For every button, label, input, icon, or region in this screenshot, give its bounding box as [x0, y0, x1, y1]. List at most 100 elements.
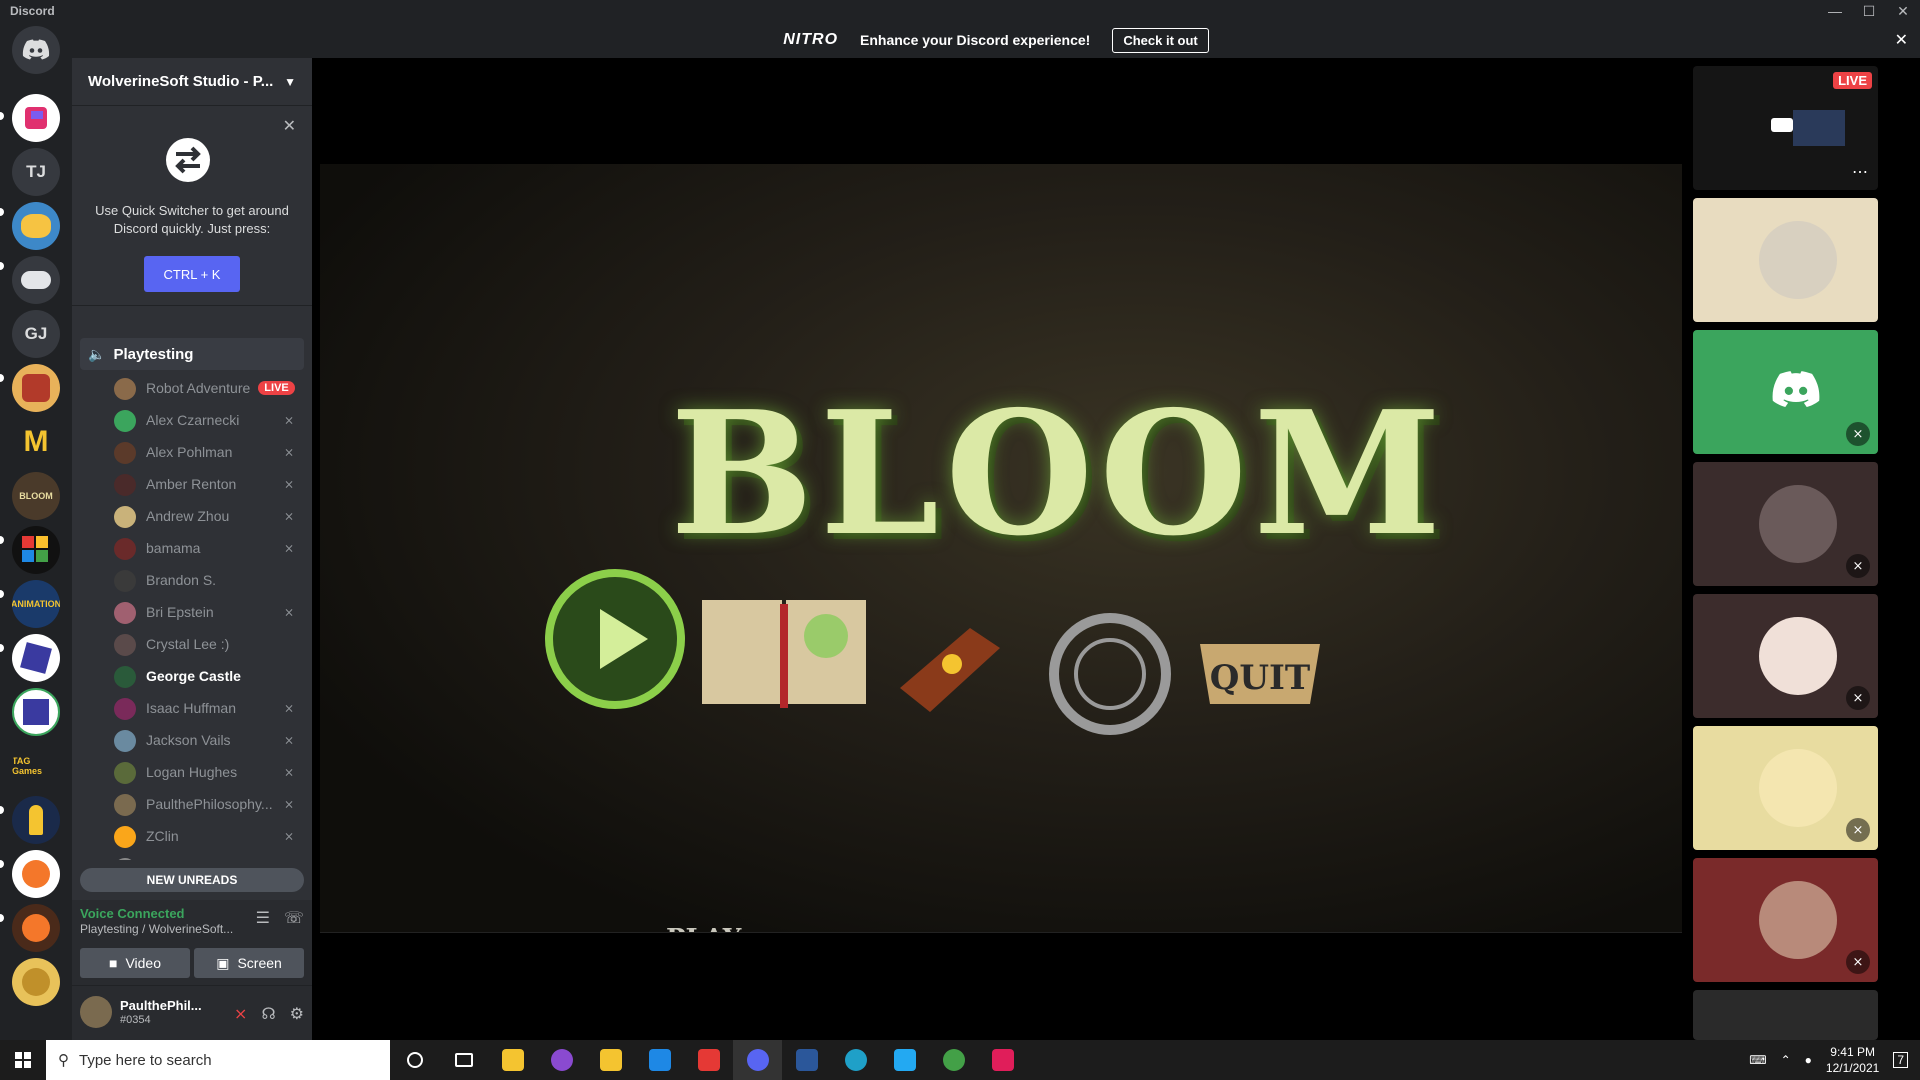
muted-mic-icon: ⨯ — [284, 605, 295, 619]
server-icon-9[interactable] — [12, 526, 60, 574]
chevron-up-icon[interactable]: ⌃ — [1781, 1053, 1791, 1067]
settings-gear-icon[interactable] — [1040, 604, 1180, 744]
stream-view[interactable]: BLOOM PLAY QUIT — [312, 58, 1688, 1040]
file-explorer-icon[interactable] — [586, 1040, 635, 1080]
task-view-icon[interactable] — [439, 1040, 488, 1080]
play-icon[interactable] — [540, 564, 690, 714]
microphone-icon[interactable]: ● — [1805, 1053, 1812, 1067]
server-icon-13[interactable]: TAG Games — [12, 742, 60, 790]
voice-member[interactable]: Logan Hughes ⨯ — [72, 756, 312, 788]
open-book-icon[interactable] — [698, 596, 870, 708]
voice-member[interactable]: Brandon S. — [72, 564, 312, 596]
participant-tile[interactable] — [1693, 990, 1878, 1040]
participant-tile[interactable]: ⨯ — [1693, 858, 1878, 982]
avatar — [114, 762, 136, 784]
headphones-icon[interactable]: ☊ — [261, 1004, 275, 1024]
tag-games-icon: TAG Games — [12, 756, 43, 776]
more-options-icon[interactable]: ⋯ — [1852, 162, 1868, 182]
muted-mic-icon: ⨯ — [284, 477, 295, 491]
server-icon-3[interactable] — [12, 202, 60, 250]
taskbar-search[interactable]: ⚲ Type here to search — [46, 1040, 390, 1080]
voice-member[interactable]: Crystal Lee :) — [72, 628, 312, 660]
server-icon-15[interactable] — [12, 850, 60, 898]
server-icon-2[interactable]: TJ — [12, 148, 60, 196]
home-button[interactable] — [12, 26, 60, 74]
start-button[interactable] — [0, 1040, 46, 1080]
voice-member[interactable]: Zhengwen Zhang⨯ — [72, 852, 312, 860]
mail-icon[interactable] — [635, 1040, 684, 1080]
muted-mic-icon: ⨯ — [1846, 818, 1870, 842]
check-it-out-button[interactable]: Check it out — [1112, 27, 1209, 53]
cortana-icon[interactable] — [390, 1040, 439, 1080]
muted-mic-icon: ⨯ — [1846, 554, 1870, 578]
close-tip-icon[interactable]: ✕ — [283, 116, 296, 136]
voice-member[interactable]: Bri Epstein ⨯ — [72, 596, 312, 628]
voice-member[interactable]: bamama ⨯ — [72, 532, 312, 564]
voice-member[interactable]: Alex Czarnecki ⨯ — [72, 404, 312, 436]
office-icon[interactable] — [684, 1040, 733, 1080]
participant-tile[interactable]: ⨯ — [1693, 726, 1878, 850]
close-banner-icon[interactable]: ✕ — [1895, 30, 1908, 50]
participant-tile[interactable] — [1693, 198, 1878, 322]
windows-taskbar: ⚲ Type here to search ⌨ ⌃ ● 9:41 PM 12/1… — [0, 1040, 1920, 1080]
voice-member[interactable]: Robot Adventure LIVE — [72, 372, 312, 404]
clock[interactable]: 9:41 PM 12/1/2021 — [1826, 1044, 1879, 1076]
server-icon-4[interactable] — [12, 256, 60, 304]
guild-header[interactable]: WolverineSoft Studio - P... ▼ — [72, 58, 312, 106]
voice-member[interactable]: George Castle — [72, 660, 312, 692]
stream-preview-tile[interactable]: LIVE ⋯ — [1693, 66, 1878, 190]
participant-tile[interactable]: ⨯ — [1693, 594, 1878, 718]
voice-member[interactable]: Alex Pohlman ⨯ — [72, 436, 312, 468]
server-icon-16[interactable] — [12, 904, 60, 952]
voice-member[interactable]: Isaac Huffman ⨯ — [72, 692, 312, 724]
bloom-logo-icon: BLOOM — [19, 491, 53, 501]
unread-pill — [0, 914, 4, 922]
avatar[interactable] — [80, 996, 112, 1028]
mute-mic-icon[interactable]: ⨯ — [234, 1004, 247, 1024]
server-icon-8[interactable]: BLOOM — [12, 472, 60, 520]
voice-member[interactable]: ZClin ⨯ — [72, 820, 312, 852]
participant-tile[interactable]: ⨯ — [1693, 462, 1878, 586]
discord-taskbar-icon[interactable] — [733, 1040, 782, 1080]
journal-icon[interactable] — [890, 618, 1010, 722]
voice-channel-path[interactable]: Playtesting / WolverineSoft... — [80, 922, 233, 936]
voice-member[interactable]: PaulthePhilosophy... ⨯ — [72, 788, 312, 820]
server-icon-10[interactable]: ANIMATION — [12, 580, 60, 628]
notification-icon[interactable]: 7 — [1893, 1052, 1908, 1068]
close-window-icon[interactable]: ✕ — [1886, 0, 1920, 22]
voice-channel-playtesting[interactable]: 🔈 Playtesting — [80, 338, 304, 370]
gear-icon[interactable]: ⚙ — [290, 1004, 304, 1024]
store-icon[interactable] — [488, 1040, 537, 1080]
server-icon-11[interactable] — [12, 634, 60, 682]
user-panel: PaulthePhil... #0354 ⨯ ☊ ⚙ — [72, 986, 312, 1040]
shortcut-button[interactable]: CTRL + K — [144, 256, 240, 292]
server-icon-1[interactable] — [12, 94, 60, 142]
quit-sign-icon[interactable]: QUIT — [1190, 634, 1330, 714]
server-icon-14[interactable] — [12, 796, 60, 844]
word-icon[interactable] — [782, 1040, 831, 1080]
server-icon-6[interactable] — [12, 364, 60, 412]
new-unreads-button[interactable]: NEW UNREADS — [80, 868, 304, 892]
disconnect-icon[interactable]: ☏ — [284, 908, 304, 928]
video-button[interactable]: ■ Video — [80, 948, 190, 978]
minimize-icon[interactable]: — — [1818, 0, 1852, 22]
avatar — [114, 378, 136, 400]
podcast-app-icon[interactable] — [537, 1040, 586, 1080]
keyboard-icon[interactable]: ⌨ — [1749, 1053, 1766, 1067]
edge-icon[interactable] — [831, 1040, 880, 1080]
voice-member[interactable]: Amber Renton ⨯ — [72, 468, 312, 500]
slack-icon[interactable] — [978, 1040, 1027, 1080]
maximize-icon[interactable]: ☐ — [1852, 0, 1886, 22]
server-icon-12[interactable] — [12, 688, 60, 736]
server-icon-5[interactable]: GJ — [12, 310, 60, 358]
server-icon-7[interactable]: M — [12, 418, 60, 466]
chrome-icon[interactable] — [929, 1040, 978, 1080]
vscode-icon[interactable] — [880, 1040, 929, 1080]
voice-member[interactable]: Andrew Zhou ⨯ — [72, 500, 312, 532]
participant-tile[interactable]: ⨯ — [1693, 330, 1878, 454]
noise-suppression-icon[interactable]: ☰ — [256, 908, 270, 928]
voice-member[interactable]: Jackson Vails ⨯ — [72, 724, 312, 756]
camera-icon — [1771, 118, 1793, 132]
screen-share-button[interactable]: ▣ Screen — [194, 948, 304, 978]
server-icon-17[interactable] — [12, 958, 60, 1006]
